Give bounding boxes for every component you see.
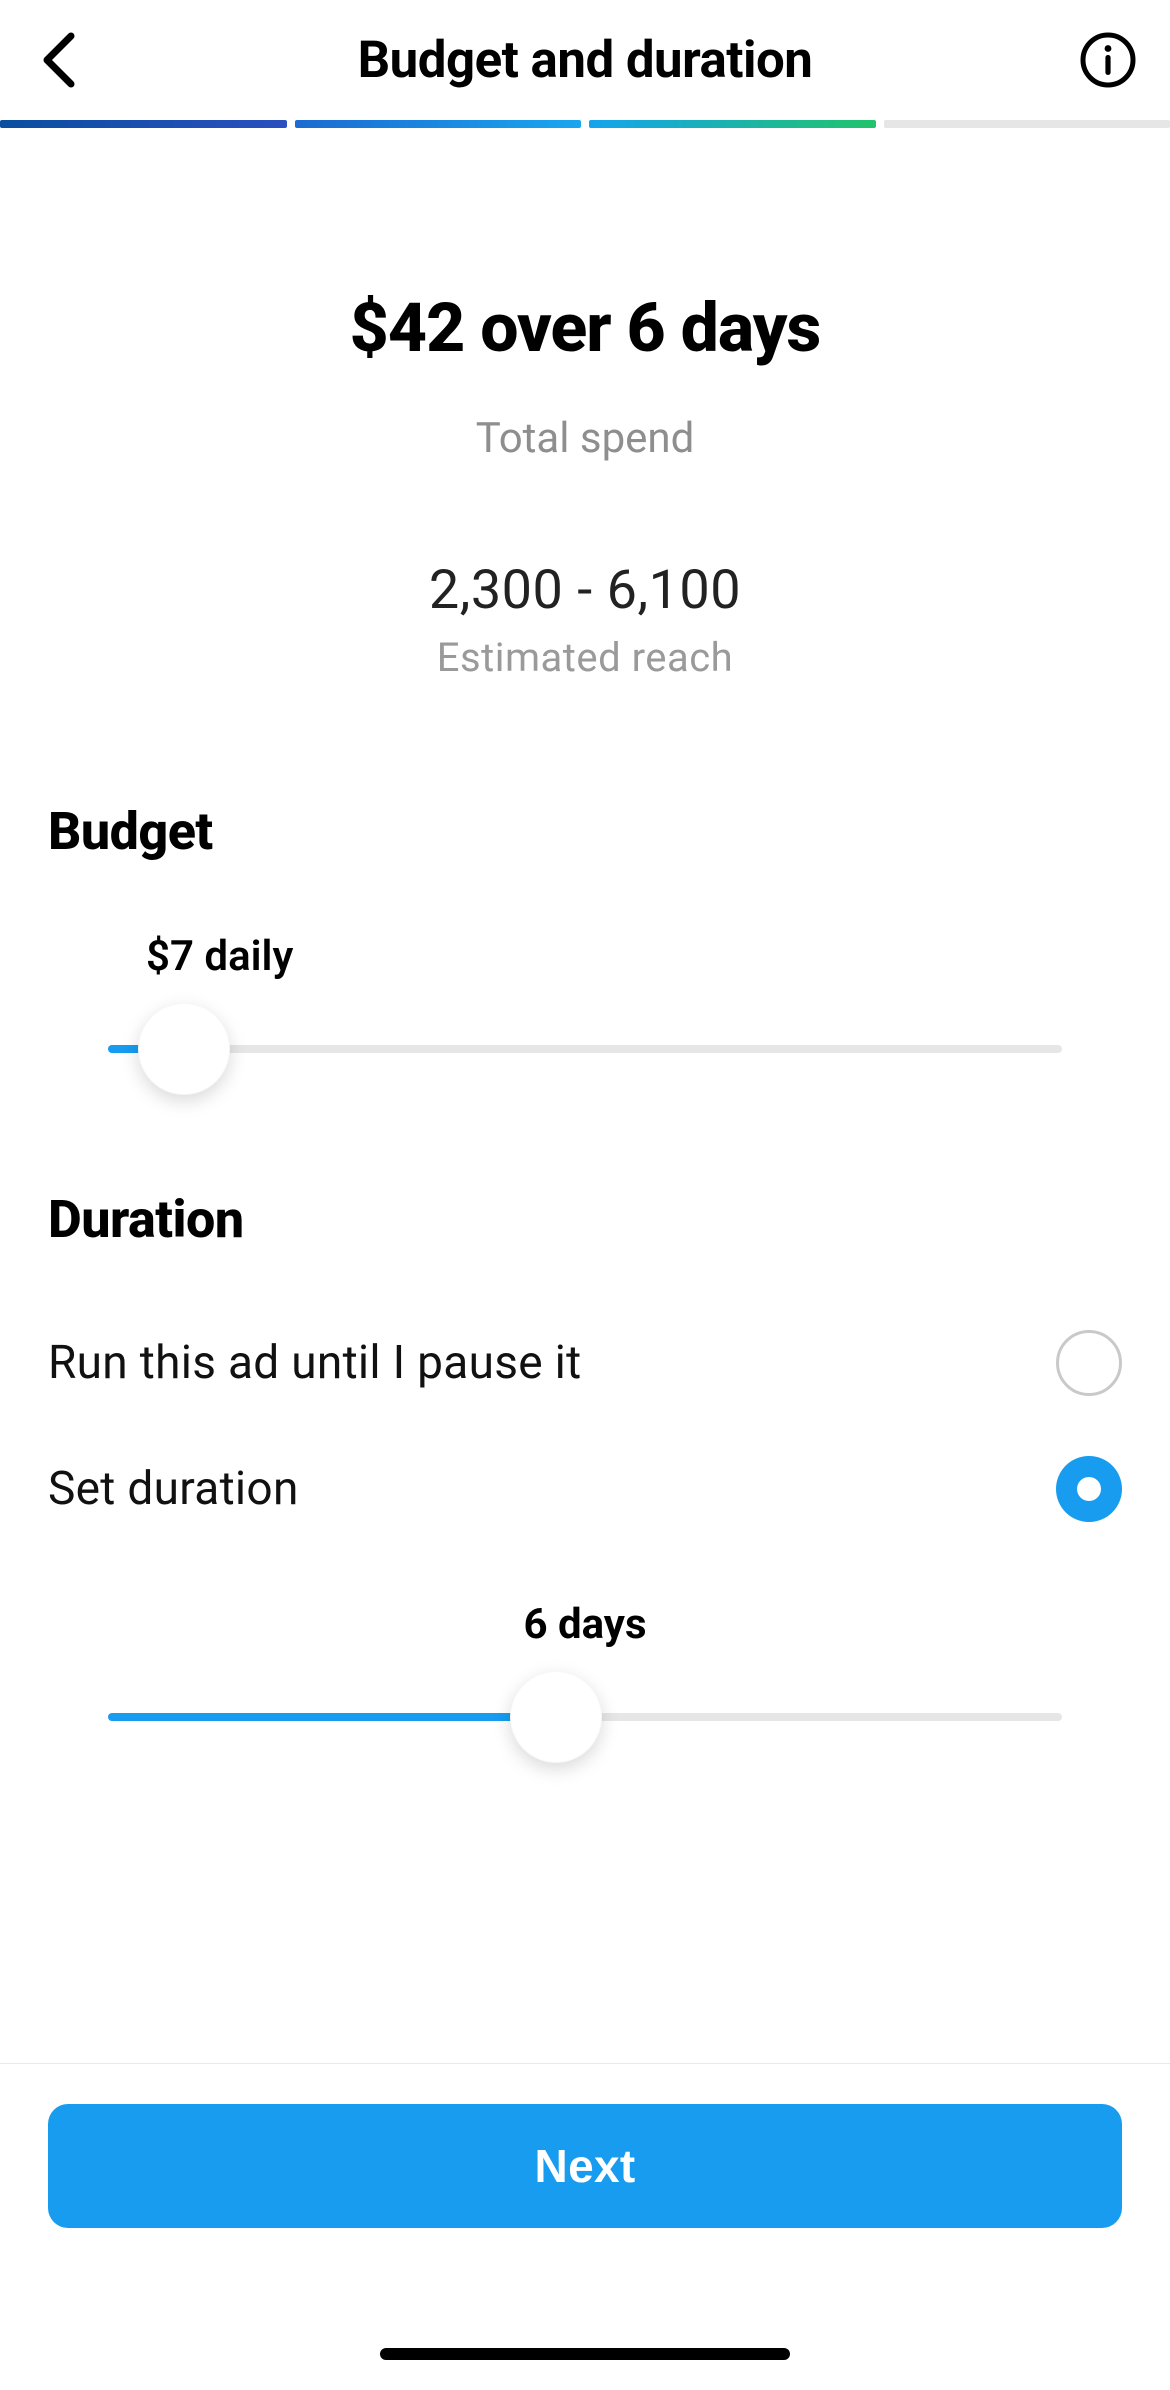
- duration-option-set-duration[interactable]: Set duration: [48, 1456, 1122, 1522]
- budget-value-label: $7 daily: [146, 932, 1122, 981]
- duration-slider[interactable]: [48, 1667, 1122, 1767]
- budget-heading: Budget: [48, 801, 1122, 862]
- radio-on-icon: [1056, 1456, 1122, 1522]
- total-spend-label: Total spend: [0, 414, 1170, 463]
- budget-slider-thumb[interactable]: [138, 1003, 230, 1095]
- info-icon: [1079, 31, 1137, 89]
- budget-section: Budget $7 daily: [0, 801, 1170, 1099]
- chevron-left-icon: [39, 30, 79, 90]
- duration-slider-thumb[interactable]: [510, 1671, 602, 1763]
- duration-section: Duration Run this ad until I pause it Se…: [0, 1189, 1170, 1767]
- progress-step-2: [295, 120, 582, 128]
- duration-slider-fill: [108, 1713, 556, 1721]
- progress-bar: [0, 120, 1170, 128]
- info-button[interactable]: [1076, 28, 1140, 92]
- progress-step-3: [589, 120, 876, 128]
- radio-off-icon: [1056, 1330, 1122, 1396]
- duration-option-until-pause-label: Run this ad until I pause it: [48, 1336, 582, 1390]
- summary-block: $42 over 6 days Total spend 2,300 - 6,10…: [0, 128, 1170, 681]
- progress-step-1: [0, 120, 287, 128]
- estimated-reach-value: 2,300 - 6,100: [0, 559, 1170, 622]
- footer: Next: [0, 2063, 1170, 2390]
- next-button[interactable]: Next: [48, 2104, 1122, 2228]
- duration-value-label: 6 days: [48, 1600, 1122, 1649]
- back-button[interactable]: [24, 25, 94, 95]
- duration-option-until-pause[interactable]: Run this ad until I pause it: [48, 1330, 1122, 1396]
- duration-heading: Duration: [48, 1189, 1122, 1250]
- duration-option-set-duration-label: Set duration: [48, 1462, 299, 1516]
- budget-slider-track: [108, 1045, 1062, 1053]
- home-indicator: [380, 2348, 790, 2360]
- progress-step-4: [884, 120, 1170, 128]
- page-title: Budget and duration: [358, 31, 813, 90]
- budget-slider[interactable]: [48, 999, 1122, 1099]
- total-spend-value: $42 over 6 days: [0, 288, 1170, 368]
- header: Budget and duration: [0, 0, 1170, 120]
- estimated-reach-label: Estimated reach: [0, 634, 1170, 681]
